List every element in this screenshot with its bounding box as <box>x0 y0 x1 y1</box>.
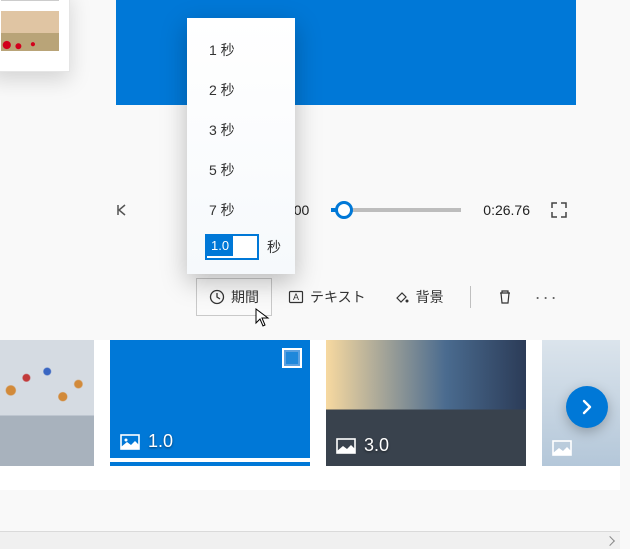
total-time: 0:26.76 <box>483 202 530 218</box>
horizontal-scrollbar[interactable] <box>0 531 620 549</box>
duration-option[interactable]: 2 秒 <box>187 70 295 110</box>
source-thumb[interactable] <box>1 0 59 1</box>
player-controls: .00 0:26.76 <box>116 190 576 230</box>
image-icon <box>120 434 140 450</box>
clock-icon <box>209 289 225 305</box>
svg-text:A: A <box>293 292 299 302</box>
storyboard[interactable]: 1.0 3.0 <box>0 340 620 490</box>
app-surface: .00 0:26.76 1 秒 2 秒 3 秒 5 秒 7 秒 1.0 秒 期間 <box>0 0 630 549</box>
duration-option[interactable]: 3 秒 <box>187 110 295 150</box>
duration-label: 期間 <box>231 287 259 307</box>
background-label: 背景 <box>416 287 444 307</box>
preview-canvas <box>116 0 576 105</box>
duration-unit: 秒 <box>267 237 281 257</box>
duration-popup: 1 秒 2 秒 3 秒 5 秒 7 秒 1.0 秒 <box>187 18 295 274</box>
step-back-icon[interactable] <box>116 203 132 217</box>
text-button[interactable]: A テキスト <box>276 279 378 315</box>
toolbar-separator <box>470 286 471 308</box>
next-button[interactable] <box>566 386 608 428</box>
duration-button[interactable]: 期間 <box>196 278 272 316</box>
image-icon <box>336 438 356 454</box>
background-button[interactable]: 背景 <box>382 279 456 315</box>
storyboard-clip[interactable]: 1.0 <box>110 340 310 466</box>
text-icon: A <box>288 289 304 305</box>
duration-custom-row: 1.0 秒 <box>187 230 295 260</box>
duration-option[interactable]: 1 秒 <box>187 30 295 70</box>
more-button[interactable]: ··· <box>529 287 565 308</box>
slider-thumb[interactable] <box>335 201 353 219</box>
expand-icon[interactable] <box>542 201 576 219</box>
chevron-right-icon <box>577 397 597 417</box>
duration-option[interactable]: 7 秒 <box>187 190 295 230</box>
paint-icon <box>394 289 410 305</box>
clip-duration-badge <box>552 440 572 456</box>
source-thumb[interactable] <box>1 11 59 51</box>
text-label: テキスト <box>310 287 366 307</box>
storyboard-clip[interactable]: 3.0 <box>326 340 526 466</box>
clip-toolbar: 期間 A テキスト 背景 ··· <box>196 278 565 316</box>
source-thumbnails <box>0 0 70 72</box>
duration-option[interactable]: 5 秒 <box>187 150 295 190</box>
clip-thumbnail <box>0 340 94 466</box>
delete-button[interactable] <box>485 281 525 313</box>
storyboard-clip[interactable] <box>0 340 94 466</box>
clip-duration-badge: 1.0 <box>120 431 173 452</box>
selection-indicator-icon <box>282 348 302 368</box>
duration-input[interactable]: 1.0 <box>205 234 259 260</box>
image-icon <box>552 440 572 456</box>
trash-icon <box>497 289 513 305</box>
timeline-slider[interactable] <box>331 208 461 212</box>
clip-duration-badge: 3.0 <box>336 435 389 456</box>
